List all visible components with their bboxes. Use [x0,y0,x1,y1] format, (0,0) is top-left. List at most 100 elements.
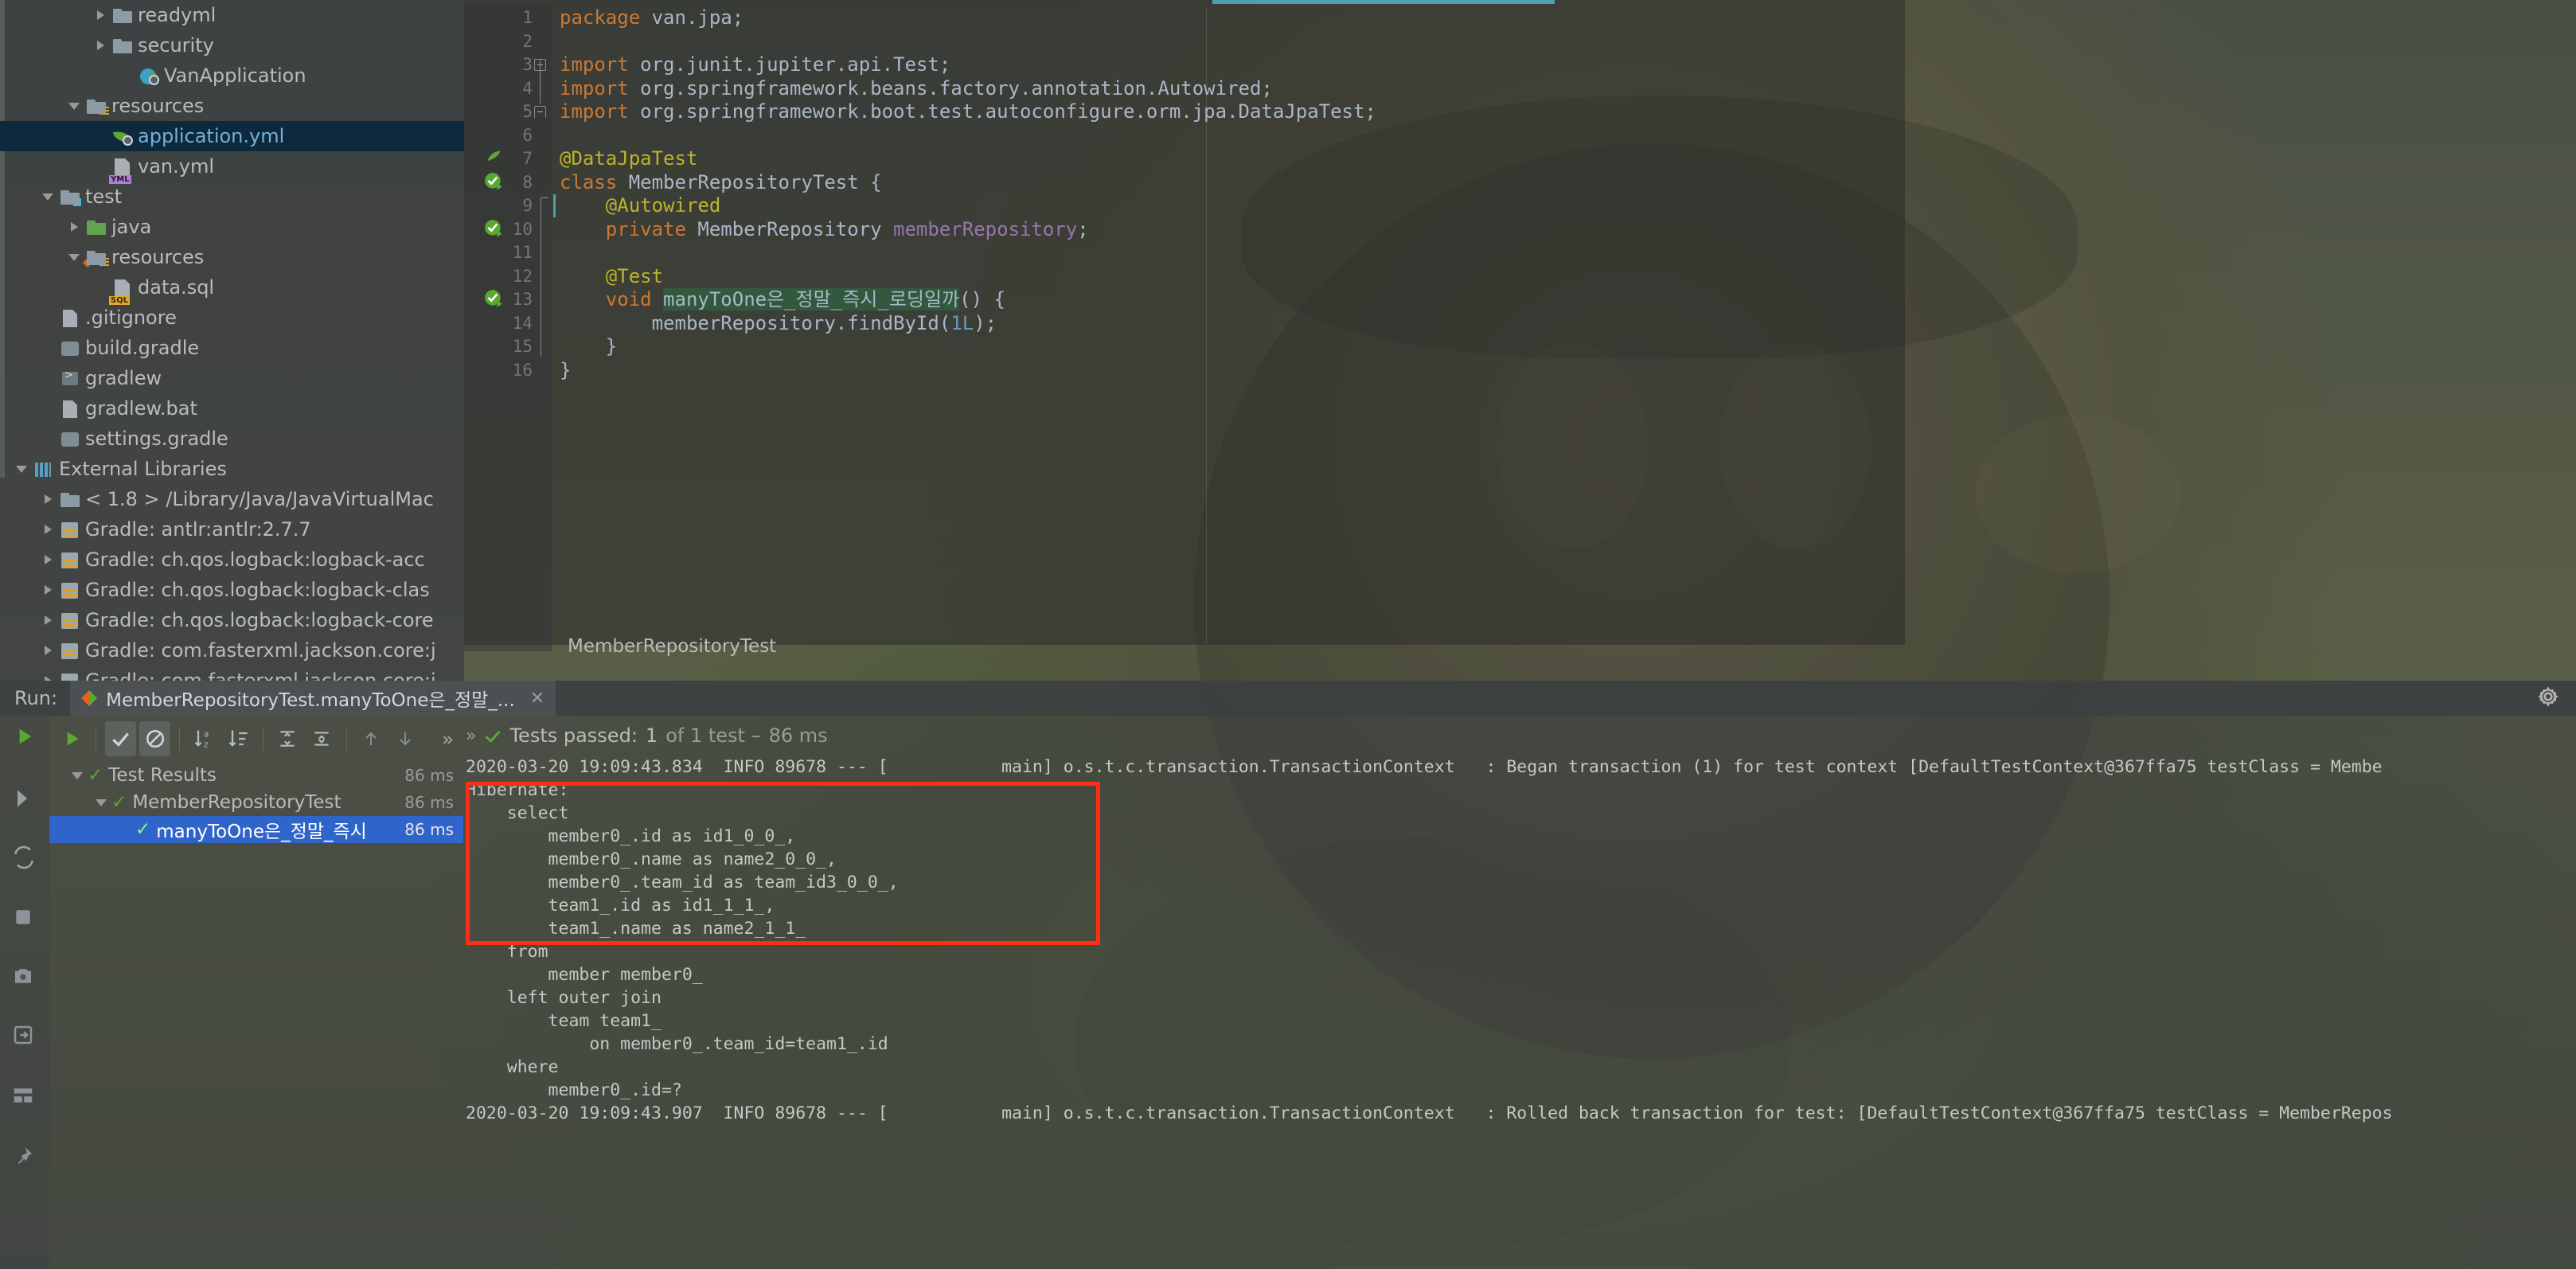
code-line[interactable]: 1 package van.jpa; [464,6,1905,30]
disclosure-triangle-icon[interactable] [90,30,111,61]
tree-item-gradle-com-fasterxml-jackson[interactable]: Gradle: com.fasterxml.jackson.core:j [0,635,464,666]
tree-item-vanapplication[interactable]: VanApplication [0,61,464,91]
tree-item-application-yml[interactable]: application.yml [0,121,464,151]
disclosure-triangle-icon[interactable] [90,121,111,151]
tree-item-gradlew[interactable]: gradlew [0,363,464,393]
camera-icon[interactable] [11,964,38,991]
tool-window-rail[interactable] [0,716,49,1269]
code-line[interactable]: 4 import org.springframework.beans.factor… [464,77,1905,101]
collapse-all-button[interactable] [306,721,338,756]
sort-alphabetically-button[interactable]: az [189,721,220,756]
run-test-gutter-icon[interactable] [483,171,504,192]
breadcrumb[interactable]: MemberRepositoryTest [464,631,776,662]
code-line[interactable]: 7 @DataJpaTest [464,147,1905,171]
tree-item-resources[interactable]: resources [0,242,464,272]
test-toolbar[interactable]: a z » [49,716,463,762]
toolbar-overflow-chevron-icon[interactable]: » [432,721,463,756]
rerun-button[interactable] [56,721,87,756]
code-line[interactable]: 5 import org.springframework.boot.test.au… [464,100,1905,124]
code-editor[interactable]: 1 package van.jpa; 2 3 import org.junit.jupi… [464,0,1905,651]
disclosure-triangle-icon[interactable] [37,393,58,424]
run-configuration-tab[interactable]: MemberRepositoryTest.manyToOne은_정말_... ✕ [70,681,556,716]
code-line[interactable]: 9 @Autowired [464,194,1905,218]
code-line[interactable]: 6 [464,124,1905,148]
stop-icon[interactable] [11,905,38,932]
tree-item-build-gradle[interactable]: build.gradle [0,333,464,363]
disclosure-triangle-icon[interactable] [116,61,137,91]
project-tool-window[interactable]: readyml security VanApplication resources ap… [0,0,464,681]
tree-item-gradlew-bat[interactable]: gradlew.bat [0,393,464,424]
code-line[interactable]: 16} [464,359,1905,383]
disclosure-triangle-icon[interactable] [67,760,88,791]
fold-toggle-icon[interactable] [534,59,547,72]
previous-failed-button[interactable] [356,721,387,756]
disclosure-triangle-icon[interactable] [37,303,58,333]
tree-item-test[interactable]: test [0,182,464,212]
tree-item-external-libraries[interactable]: External Libraries [0,454,464,484]
tree-item-gradle-ch-qos-logback-logbac[interactable]: Gradle: ch.qos.logback:logback-core [0,605,464,635]
export-icon[interactable] [11,1023,38,1050]
tree-item-data-sql[interactable]: SQL data.sql [0,272,464,305]
code-line[interactable]: 13 void manyToOne은_정말_즉시_로딩일까() { [464,288,1905,312]
code-text[interactable]: 1 package van.jpa; 2 3 import org.junit.jupi… [464,6,1905,643]
disclosure-triangle-icon[interactable] [37,575,58,605]
spring-bean-gutter-icon[interactable] [483,147,504,168]
disclosure-triangle-icon[interactable] [37,424,58,454]
fold-end-icon[interactable] [534,106,547,119]
test-tree-row[interactable]: ✓ Test Results 86 ms [49,762,463,789]
code-line[interactable]: 8 class MemberRepositoryTest { [464,171,1905,195]
test-results-tree[interactable]: ✓ Test Results 86 ms ✓ MemberRepositoryTest 8… [49,762,463,873]
disclosure-triangle-icon[interactable] [90,0,111,30]
next-failed-button[interactable] [390,721,421,756]
code-line[interactable]: 14 memberRepository.findById(1L); [464,312,1905,336]
run-tool-window[interactable]: a z » ✓ Test Results 86 ms ✓ MemberRepositoryT… [0,716,2576,1269]
disclosure-triangle-icon[interactable] [37,333,58,363]
tree-item-gradle-ch-qos-logback-logbac[interactable]: Gradle: ch.qos.logback:logback-clas [0,575,464,605]
rerun-icon[interactable] [11,724,38,751]
disclosure-triangle-icon[interactable] [37,666,58,681]
layout-icon[interactable] [11,1084,38,1111]
run-test-gutter-icon[interactable] [483,288,504,309]
disclosure-triangle-icon[interactable] [37,605,58,635]
gear-icon[interactable] [2535,683,2562,710]
disclosure-triangle-icon[interactable] [37,545,58,575]
console-output[interactable]: 2020-03-20 19:09:43.834 INFO 89678 --- [… [466,756,2576,1265]
tree-item--1-8-library-java-javavirtua[interactable]: < 1.8 > /Library/Java/JavaVirtualMac [0,484,464,514]
code-line[interactable]: 10 private MemberRepository memberReposi… [464,218,1905,242]
tree-item-java[interactable]: java [0,212,464,242]
tree-item-van-yml[interactable]: YML van.yml [0,151,464,184]
disclosure-triangle-icon[interactable] [90,272,111,303]
test-tree-row[interactable]: ✓ manyToOne은_정말_즉시 86 ms [49,816,463,843]
code-line[interactable]: 12 @Test [464,265,1905,289]
disclosure-triangle-icon[interactable] [64,212,84,242]
tree-item-gradle-com-fasterxml-jackson[interactable]: Gradle: com.fasterxml.jackson.core:j [0,666,464,681]
show-ignored-toggle[interactable] [139,721,171,756]
disclosure-triangle-icon[interactable] [11,454,32,484]
test-tree-row[interactable]: ✓ MemberRepositoryTest 86 ms [49,789,463,816]
show-passed-toggle[interactable] [104,721,136,756]
editor-tab-strip[interactable] [464,0,1905,6]
sort-by-duration-button[interactable] [223,721,254,756]
disclosure-triangle-icon[interactable] [37,635,58,666]
disclosure-triangle-icon[interactable] [64,91,84,121]
rerun-failed-icon[interactable] [11,845,38,872]
close-icon[interactable]: ✕ [530,689,544,709]
disclosure-triangle-icon[interactable] [37,514,58,545]
tree-item-security[interactable]: security [0,30,464,61]
disclosure-triangle-icon[interactable] [64,242,84,272]
tree-item--gitignore[interactable]: .gitignore [0,303,464,333]
disclosure-triangle-icon[interactable] [37,363,58,393]
code-line[interactable]: 2 [464,30,1905,54]
tree-item-gradle-ch-qos-logback-logbac[interactable]: Gradle: ch.qos.logback:logback-acc [0,545,464,575]
code-line[interactable]: 15 } [464,335,1905,359]
tree-item-readyml[interactable]: readyml [0,0,464,30]
debug-icon[interactable] [11,786,38,813]
tree-item-gradle-antlr-antlr-2-7-7[interactable]: Gradle: antlr:antlr:2.7.7 [0,514,464,545]
code-line[interactable]: 11 [464,241,1905,265]
tree-item-settings-gradle[interactable]: settings.gradle [0,424,464,454]
run-test-gutter-icon[interactable] [483,218,504,239]
code-line[interactable]: 3 import org.junit.jupiter.api.Test; [464,53,1905,77]
tree-item-resources[interactable]: resources [0,91,464,121]
expand-all-button[interactable] [272,721,303,756]
disclosure-triangle-icon[interactable] [90,151,111,182]
